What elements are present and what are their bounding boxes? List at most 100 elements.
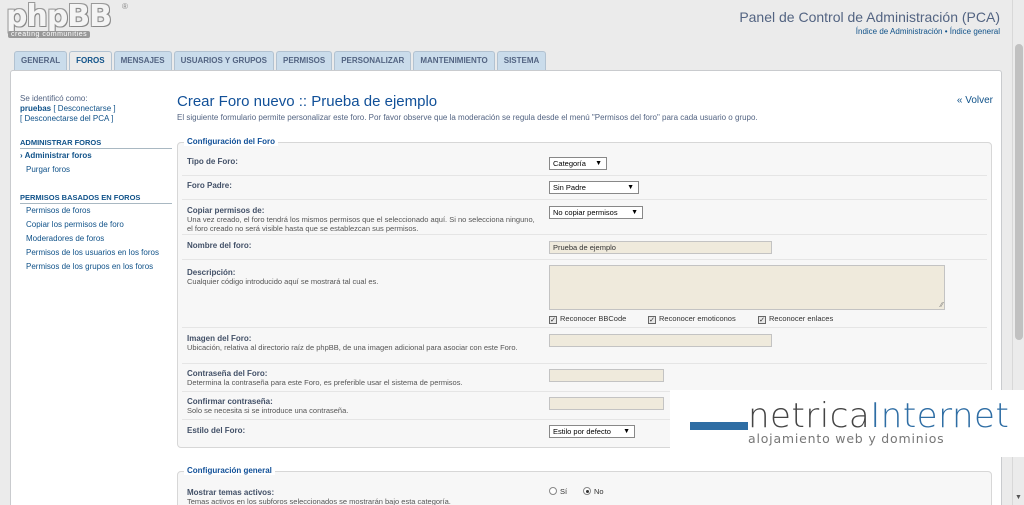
sidebar-item-copiar-permisos[interactable]: Copiar los permisos de foro — [20, 218, 172, 232]
sidebar-item-administrar-foros[interactable]: › Administrar foros — [20, 149, 172, 163]
selected-value: Categoría — [553, 159, 586, 168]
tab-usuarios-grupos[interactable]: USUARIOS Y GRUPOS — [173, 51, 274, 70]
divider — [182, 259, 987, 260]
triangle-down-icon: ▼ — [595, 160, 602, 167]
divider — [182, 327, 987, 328]
logout-link[interactable]: [ Desconectarse ] — [53, 104, 115, 113]
tab-foros[interactable]: FOROS — [69, 51, 112, 71]
copy-permissions-select[interactable]: No copiar permisos ▼ — [549, 206, 643, 219]
sidebar-item-label: Administrar foros — [24, 151, 92, 160]
active-topics-label: Mostrar temas activos: — [187, 488, 275, 497]
active-topics-desc: Temas activos en los subforos selecciona… — [187, 497, 451, 505]
fieldset-legend: Configuración general — [184, 466, 275, 475]
forum-parent-select[interactable]: Sin Padre ▼ — [549, 181, 639, 194]
acp-title: Panel de Control de Administración (PCA) — [739, 9, 1000, 25]
divider — [182, 175, 987, 176]
forum-image-label: Imagen del Foro: — [187, 334, 252, 343]
copy-permissions-desc: Una vez creado, el foro tendrá los mismo… — [187, 215, 535, 233]
username: pruebas — [20, 104, 52, 113]
brand-slogan: alojamiento web y dominios — [748, 431, 945, 446]
checkbox-links[interactable]: ✓ Reconocer enlaces — [758, 314, 833, 324]
checkbox-label: Reconocer BBCode — [560, 314, 627, 323]
radio-no[interactable]: No — [583, 487, 604, 496]
checkbox-checked-icon: ✓ — [549, 316, 557, 324]
checkbox-label: Reconocer enlaces — [769, 314, 834, 323]
tab-sistema[interactable]: SISTEMA — [496, 51, 547, 70]
description-desc: Cualquier código introducido aquí se mos… — [187, 277, 379, 286]
page-title: Crear Foro nuevo :: Prueba de ejemplo — [177, 93, 438, 110]
selected-value: Sin Padre — [553, 183, 586, 192]
tab-permisos[interactable]: PERMISOS — [275, 51, 333, 70]
forum-style-select[interactable]: Estilo por defecto ▼ — [549, 425, 635, 438]
checkbox-smilies[interactable]: ✓ Reconocer emoticonos — [648, 314, 736, 324]
scrollbar-thumb[interactable] — [1015, 44, 1023, 340]
logo-registered-mark: ® — [122, 2, 128, 11]
forum-password-label: Contraseña del Foro: — [187, 369, 268, 378]
radio-label: Sí — [560, 487, 568, 496]
brand-name-part2: Internet — [870, 396, 1010, 436]
radio-label: No — [594, 487, 604, 496]
radio-icon — [549, 487, 557, 495]
sidebar-item-purgar-foros[interactable]: Purgar foros — [20, 163, 172, 177]
content-area: Crear Foro nuevo :: Prueba de ejemplo « … — [177, 93, 997, 505]
description-label: Descripción: — [187, 268, 236, 277]
logout-acp-link[interactable]: [ Desconectarse del PCA ] — [20, 114, 113, 123]
brand-bar-shape — [690, 422, 748, 430]
forum-name-label: Nombre del foro: — [187, 241, 252, 250]
netrica-advert[interactable]: netricaInternet alojamiento web y domini… — [670, 390, 1024, 457]
sidebar-item-permisos-foros[interactable]: Permisos de foros — [20, 204, 172, 218]
back-link[interactable]: « Volver — [957, 95, 993, 106]
tab-general[interactable]: GENERAL — [14, 51, 68, 70]
checkbox-checked-icon: ✓ — [648, 316, 656, 324]
confirm-password-desc: Solo se necesita si se introduce una con… — [187, 406, 349, 415]
radio-selected-icon — [583, 487, 591, 495]
page-header: phpBB creating communities ® Panel de Co… — [0, 0, 1012, 48]
forum-image-desc: Ubicación, relativa al directorio raíz d… — [187, 343, 518, 352]
login-info: Se identificó como: pruebas [ Desconecta… — [20, 94, 172, 124]
radio-yes[interactable]: Sí — [549, 487, 567, 496]
forum-name-input[interactable]: Prueba de ejemplo — [549, 241, 772, 254]
selected-value: Estilo por defecto — [553, 427, 611, 436]
triangle-down-icon: ▼ — [631, 209, 638, 216]
sidebar-item-permisos-grupos[interactable]: Permisos de los grupos en los foros — [20, 260, 172, 274]
sidebar-item-permisos-usuarios[interactable]: Permisos de los usuarios en los foros — [20, 246, 172, 260]
forum-parent-label: Foro Padre: — [187, 181, 232, 190]
checkbox-label: Reconocer emoticonos — [659, 314, 736, 323]
fieldset-legend: Configuración del Foro — [184, 137, 278, 146]
confirm-password-label: Confirmar contraseña: — [187, 397, 273, 406]
logo-tagline: creating communities — [8, 31, 91, 38]
acp-index-links[interactable]: Índice de Administración • Índice genera… — [856, 27, 1000, 36]
scroll-down-arrow-icon[interactable]: ▼ — [1015, 494, 1022, 501]
tab-personalizar[interactable]: PERSONALIZAR — [334, 51, 412, 70]
divider — [182, 199, 987, 200]
copy-permissions-label: Copiar permisos de: — [187, 206, 265, 215]
general-settings-fieldset: Configuración general Mostrar temas acti… — [177, 466, 992, 505]
triangle-down-icon: ▼ — [623, 428, 630, 435]
triangle-down-icon: ▼ — [627, 184, 634, 191]
page-intro: El siguiente formulario permite personal… — [177, 113, 758, 122]
tab-mantenimiento[interactable]: MANTENIMIENTO — [413, 51, 495, 70]
checkbox-bbcode[interactable]: ✓ Reconocer BBCode — [549, 314, 626, 324]
confirm-password-input[interactable] — [549, 397, 664, 410]
forum-style-label: Estilo del Foro: — [187, 426, 246, 435]
divider — [182, 234, 987, 235]
menu-section-permisos-foros: PERMISOS BASADOS EN FOROS — [20, 193, 172, 204]
brand-name: netricaInternet — [748, 396, 1009, 436]
sidebar: Se identificó como: pruebas [ Desconecta… — [20, 94, 172, 274]
forum-image-input[interactable] — [549, 334, 772, 347]
selected-value: No copiar permisos — [553, 208, 618, 217]
sidebar-item-moderadores[interactable]: Moderadores de foros — [20, 232, 172, 246]
description-textarea[interactable]: ⁄⁄ — [549, 265, 945, 310]
resize-grip-icon[interactable]: ⁄⁄ — [941, 302, 943, 309]
tab-mensajes[interactable]: MENSAJES — [113, 51, 172, 70]
phpbb-logo[interactable]: phpBB creating communities ® — [6, 2, 128, 42]
logo-wordmark: phpBB — [6, 0, 112, 34]
forum-password-desc: Determina la contraseña para este Foro, … — [187, 378, 463, 387]
forum-type-label: Tipo de Foro: — [187, 157, 238, 166]
forum-password-input[interactable] — [549, 369, 664, 382]
main-tabs: GENERAL FOROS MENSAJES USUARIOS Y GRUPOS… — [14, 51, 547, 71]
brand-name-part1: netrica — [748, 396, 871, 436]
forum-type-select[interactable]: Categoría ▼ — [549, 157, 607, 170]
menu-section-administrar-foros: ADMINISTRAR FOROS — [20, 138, 172, 149]
checkbox-checked-icon: ✓ — [758, 316, 766, 324]
